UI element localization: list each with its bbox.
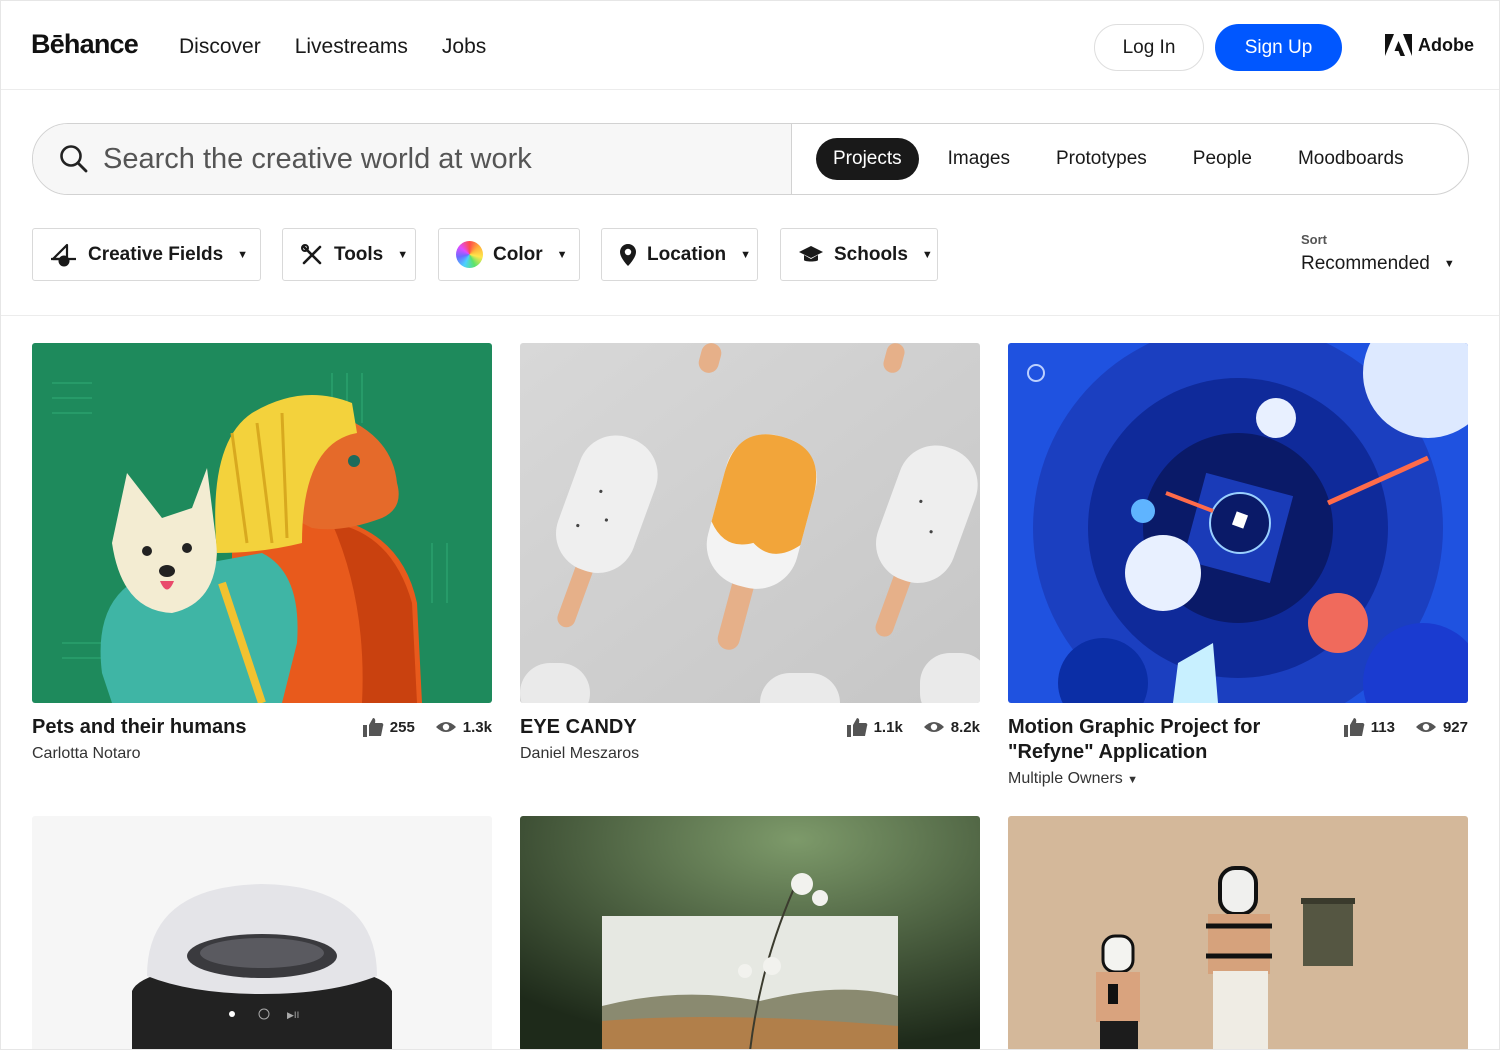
chevron-down-icon: ▼ <box>921 248 933 261</box>
tab-people[interactable]: People <box>1170 138 1275 180</box>
thumbs-up-icon <box>846 718 867 737</box>
search-type-tabs: Projects Images Prototypes People Moodbo… <box>792 124 1427 194</box>
project-title[interactable]: EYE CANDY Daniel Meszaros <box>520 715 840 766</box>
filter-label: Schools <box>834 243 908 265</box>
views-stat: 1.3k <box>435 717 492 737</box>
signup-button[interactable]: Sign Up <box>1215 24 1342 71</box>
search-bar: Projects Images Prototypes People Moodbo… <box>32 123 1469 195</box>
search-input[interactable] <box>103 142 743 176</box>
eye-icon <box>1415 722 1436 732</box>
filter-location[interactable]: Location ▼ <box>601 228 758 281</box>
sort-value: Recommended <box>1301 253 1430 274</box>
login-button[interactable]: Log In <box>1094 24 1204 71</box>
project-owner[interactable]: Multiple Owners <box>1008 770 1123 787</box>
project-owner[interactable]: Daniel Meszaros <box>520 741 840 766</box>
likes-count: 1.1k <box>873 718 903 736</box>
filter-color[interactable]: Color ▼ <box>438 228 580 281</box>
thumbs-up-icon <box>1343 718 1365 737</box>
project-thumbnail[interactable] <box>32 343 492 703</box>
thumbs-up-icon <box>362 718 384 737</box>
filter-tools[interactable]: Tools ▼ <box>282 228 416 281</box>
project-stats: 1.1k 8.2k <box>846 717 980 737</box>
main-nav: Discover Livestreams Jobs <box>179 35 486 59</box>
nav-livestreams[interactable]: Livestreams <box>295 35 408 59</box>
chevron-down-icon: ▼ <box>556 248 568 261</box>
behance-logo[interactable]: Bēhance <box>31 29 139 60</box>
chevron-down-icon: ▼ <box>237 248 249 261</box>
views-stat: 8.2k <box>923 717 980 737</box>
likes-stat: 113 <box>1343 717 1395 737</box>
adobe-link[interactable]: Adobe <box>1385 34 1474 56</box>
project-thumbnail[interactable]: ▶II <box>32 816 492 1049</box>
filter-creative-fields[interactable]: Creative Fields ▼ <box>32 228 261 281</box>
project-stats: 255 1.3k <box>362 717 492 737</box>
project-stats: 113 927 <box>1343 717 1468 737</box>
filter-label: Color <box>493 243 543 265</box>
filter-schools[interactable]: Schools ▼ <box>780 228 938 281</box>
project-title-text[interactable]: Pets and their humans <box>32 716 247 738</box>
project-thumbnail[interactable] <box>1008 343 1468 703</box>
chevron-down-icon[interactable]: ▼ <box>1127 774 1138 786</box>
project-thumbnail[interactable] <box>1008 816 1468 1049</box>
tab-images[interactable]: Images <box>925 138 1033 180</box>
location-pin-icon <box>620 243 636 266</box>
project-title-text[interactable]: Motion Graphic Project for "Refyne" Appl… <box>1008 716 1260 763</box>
views-stat: 927 <box>1415 717 1468 737</box>
project-card[interactable]: EYE CANDY Daniel Meszaros 1.1k 8.2k <box>520 343 980 762</box>
tab-prototypes[interactable]: Prototypes <box>1033 138 1170 180</box>
project-owner[interactable]: Carlotta Notaro <box>32 741 352 766</box>
nav-discover[interactable]: Discover <box>179 35 261 59</box>
eye-icon <box>435 722 456 732</box>
filter-label: Creative Fields <box>88 243 224 265</box>
likes-count: 255 <box>389 718 415 736</box>
color-wheel-icon <box>456 241 483 268</box>
filter-label: Tools <box>334 243 384 265</box>
views-count: 8.2k <box>950 718 980 736</box>
project-title[interactable]: Motion Graphic Project for "Refyne" Appl… <box>1008 715 1328 793</box>
sort-dropdown[interactable]: Recommended ▼ <box>1301 253 1455 275</box>
section-divider <box>1 315 1499 316</box>
project-thumbnail[interactable] <box>520 343 980 703</box>
project-card[interactable]: Pets and their humans Carlotta Notaro 25… <box>32 343 492 762</box>
chevron-down-icon: ▼ <box>740 248 752 261</box>
project-thumbnail[interactable] <box>520 816 980 1049</box>
project-title[interactable]: Pets and their humans Carlotta Notaro <box>32 715 352 766</box>
adobe-label: Adobe <box>1418 34 1474 55</box>
project-owner-dropdown[interactable]: Multiple Owners ▼ <box>1008 766 1328 793</box>
svg-text:▶II: ▶II <box>287 1011 299 1021</box>
filter-label: Location <box>647 243 727 265</box>
likes-stat: 1.1k <box>846 717 903 737</box>
tab-projects[interactable]: Projects <box>816 138 919 180</box>
top-nav-bar: Bēhance Discover Livestreams Jobs Log In… <box>1 1 1499 90</box>
eye-icon <box>923 722 944 732</box>
likes-count: 113 <box>1370 718 1395 736</box>
project-card[interactable]: Motion Graphic Project for "Refyne" Appl… <box>1008 343 1468 787</box>
sort-label: Sort <box>1301 232 1327 247</box>
creative-fields-icon <box>51 243 76 266</box>
page: Bēhance Discover Livestreams Jobs Log In… <box>0 0 1500 1050</box>
likes-stat: 255 <box>362 717 415 737</box>
project-title-text[interactable]: EYE CANDY <box>520 716 637 738</box>
chevron-down-icon: ▼ <box>397 248 409 261</box>
views-count: 1.3k <box>462 718 492 736</box>
views-count: 927 <box>1442 718 1468 736</box>
tools-icon <box>301 243 322 264</box>
search-field[interactable] <box>33 124 792 194</box>
nav-jobs[interactable]: Jobs <box>442 35 486 59</box>
search-icon <box>60 145 88 173</box>
tab-moodboards[interactable]: Moodboards <box>1275 138 1427 180</box>
adobe-icon <box>1385 34 1412 56</box>
graduation-cap-icon <box>799 245 823 261</box>
chevron-down-icon: ▼ <box>1443 258 1455 270</box>
